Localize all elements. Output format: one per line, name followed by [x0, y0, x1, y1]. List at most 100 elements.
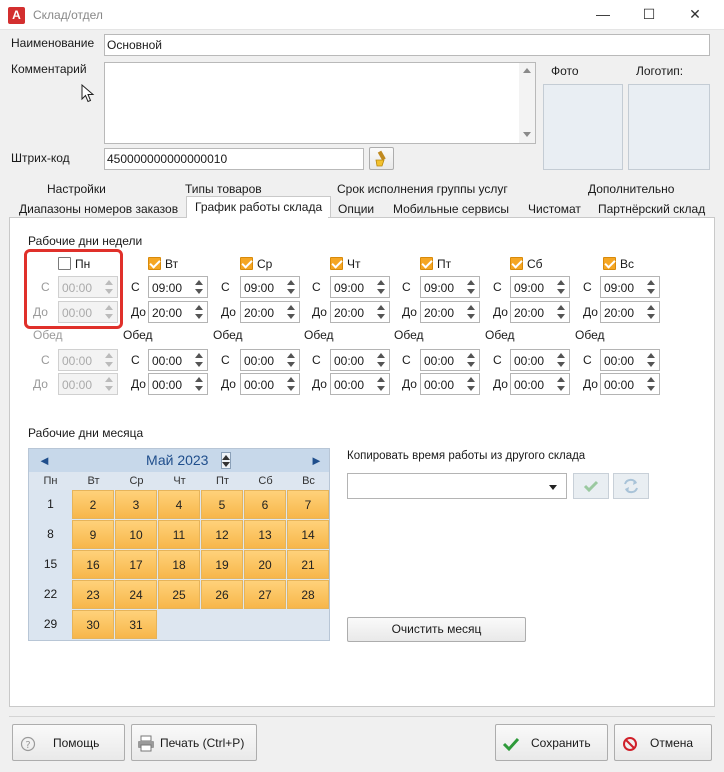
- calendar-prev-button[interactable]: ◄: [38, 453, 51, 468]
- spin-up-icon[interactable]: [287, 280, 295, 285]
- calendar-day-working[interactable]: 6: [244, 490, 286, 519]
- spin-down-icon[interactable]: [377, 386, 385, 391]
- spin-up-icon[interactable]: [557, 353, 565, 358]
- calendar-day-working[interactable]: 9: [72, 520, 114, 549]
- calendar-day-working[interactable]: 12: [201, 520, 243, 549]
- to-time-wed[interactable]: 20:00: [240, 301, 300, 323]
- from-time-fri-spinner-icon[interactable]: [467, 280, 475, 294]
- spin-down-icon[interactable]: [557, 289, 565, 294]
- lunch-from-time-fri[interactable]: 00:00: [420, 349, 480, 371]
- year-up-icon[interactable]: [222, 455, 230, 460]
- calendar-month-label[interactable]: Май 2023: [146, 452, 208, 468]
- from-time-tue[interactable]: 09:00: [148, 276, 208, 298]
- calendar-day-nonworking[interactable]: 8: [29, 520, 72, 550]
- calendar-day-working[interactable]: 14: [287, 520, 329, 549]
- to-time-thu-spinner-icon[interactable]: [377, 305, 385, 319]
- from-time-sat[interactable]: 09:00: [510, 276, 570, 298]
- spin-up-icon[interactable]: [647, 377, 655, 382]
- calendar-day-working[interactable]: 17: [115, 550, 157, 579]
- comment-scrollbar[interactable]: [519, 63, 535, 143]
- spin-down-icon[interactable]: [647, 289, 655, 294]
- spin-up-icon[interactable]: [195, 353, 203, 358]
- refresh-copy-button[interactable]: [613, 473, 649, 499]
- spin-down-icon[interactable]: [557, 386, 565, 391]
- photo-box[interactable]: [543, 84, 623, 170]
- day-checkbox-wed[interactable]: [240, 257, 253, 270]
- spin-up-icon[interactable]: [647, 353, 655, 358]
- lunch-from-time-fri-spinner-icon[interactable]: [467, 353, 475, 367]
- calendar-day-nonworking[interactable]: 29: [29, 610, 72, 640]
- from-time-sat-spinner-icon[interactable]: [557, 280, 565, 294]
- tab-chistomat[interactable]: Чистомат: [524, 202, 585, 216]
- from-time-wed-spinner-icon[interactable]: [287, 280, 295, 294]
- logo-box[interactable]: [628, 84, 710, 170]
- calendar-day-working[interactable]: 28: [287, 580, 329, 609]
- spin-up-icon[interactable]: [557, 280, 565, 285]
- from-time-tue-spinner-icon[interactable]: [195, 280, 203, 294]
- calendar-day-nonworking[interactable]: 1: [29, 490, 72, 520]
- source-warehouse-combo[interactable]: [347, 473, 567, 499]
- lunch-from-time-tue-spinner-icon[interactable]: [195, 353, 203, 367]
- lunch-from-time-thu-spinner-icon[interactable]: [377, 353, 385, 367]
- scroll-up-icon[interactable]: [523, 68, 531, 73]
- spin-down-icon[interactable]: [195, 289, 203, 294]
- spin-up-icon[interactable]: [287, 305, 295, 310]
- tab-product-types[interactable]: Типы товаров: [181, 182, 266, 196]
- calendar-day-working[interactable]: 25: [158, 580, 200, 609]
- spin-up-icon[interactable]: [467, 280, 475, 285]
- spin-up-icon[interactable]: [195, 377, 203, 382]
- lunch-from-time-wed-spinner-icon[interactable]: [287, 353, 295, 367]
- lunch-to-time-fri[interactable]: 00:00: [420, 373, 480, 395]
- help-button[interactable]: ? Помощь: [12, 724, 125, 761]
- lunch-to-time-sat-spinner-icon[interactable]: [557, 377, 565, 391]
- to-time-sun-spinner-icon[interactable]: [647, 305, 655, 319]
- calendar-next-button[interactable]: ►: [310, 453, 323, 468]
- calendar-day-working[interactable]: 19: [201, 550, 243, 579]
- spin-up-icon[interactable]: [557, 305, 565, 310]
- calendar-day-working[interactable]: 27: [244, 580, 286, 609]
- to-time-thu[interactable]: 20:00: [330, 301, 390, 323]
- calendar-day-working[interactable]: 2: [72, 490, 114, 519]
- from-time-sun[interactable]: 09:00: [600, 276, 660, 298]
- spin-down-icon[interactable]: [287, 314, 295, 319]
- spin-up-icon[interactable]: [287, 377, 295, 382]
- from-time-wed[interactable]: 09:00: [240, 276, 300, 298]
- to-time-fri[interactable]: 20:00: [420, 301, 480, 323]
- lunch-from-time-tue[interactable]: 00:00: [148, 349, 208, 371]
- minimize-button[interactable]: —: [580, 0, 626, 30]
- to-time-sat-spinner-icon[interactable]: [557, 305, 565, 319]
- spin-up-icon[interactable]: [105, 377, 113, 382]
- spin-down-icon[interactable]: [467, 314, 475, 319]
- calendar-day-working[interactable]: 30: [72, 610, 114, 639]
- spin-down-icon[interactable]: [647, 362, 655, 367]
- spin-up-icon[interactable]: [647, 305, 655, 310]
- to-time-sat[interactable]: 20:00: [510, 301, 570, 323]
- tab-partner-warehouse[interactable]: Партнёрский склад: [594, 202, 709, 216]
- lunch-to-time-thu[interactable]: 00:00: [330, 373, 390, 395]
- spin-up-icon[interactable]: [377, 305, 385, 310]
- lunch-from-time-sun[interactable]: 00:00: [600, 349, 660, 371]
- lunch-to-time-thu-spinner-icon[interactable]: [377, 377, 385, 391]
- calendar-day-working[interactable]: 20: [244, 550, 286, 579]
- lunch-to-time-mon-spinner-icon[interactable]: [105, 377, 113, 391]
- tab-options[interactable]: Опции: [334, 202, 378, 216]
- comment-textarea[interactable]: [104, 62, 536, 144]
- spin-down-icon[interactable]: [467, 386, 475, 391]
- calendar-day-working[interactable]: 3: [115, 490, 157, 519]
- calendar-day-working[interactable]: 31: [115, 610, 157, 639]
- to-time-tue[interactable]: 20:00: [148, 301, 208, 323]
- day-checkbox-thu[interactable]: [330, 257, 343, 270]
- spin-down-icon[interactable]: [105, 362, 113, 367]
- cancel-button[interactable]: Отмена: [614, 724, 712, 761]
- spin-up-icon[interactable]: [377, 353, 385, 358]
- tab-warehouse-schedule[interactable]: График работы склада: [186, 196, 332, 218]
- to-time-wed-spinner-icon[interactable]: [287, 305, 295, 319]
- calendar-day-working[interactable]: 21: [287, 550, 329, 579]
- spin-down-icon[interactable]: [647, 386, 655, 391]
- name-input[interactable]: Основной: [104, 34, 710, 56]
- calendar-day-working[interactable]: 4: [158, 490, 200, 519]
- save-button[interactable]: Сохранить: [495, 724, 608, 761]
- lunch-to-time-mon[interactable]: 00:00: [58, 373, 118, 395]
- clear-month-button[interactable]: Очистить месяц: [347, 617, 526, 642]
- apply-copy-button[interactable]: [573, 473, 609, 499]
